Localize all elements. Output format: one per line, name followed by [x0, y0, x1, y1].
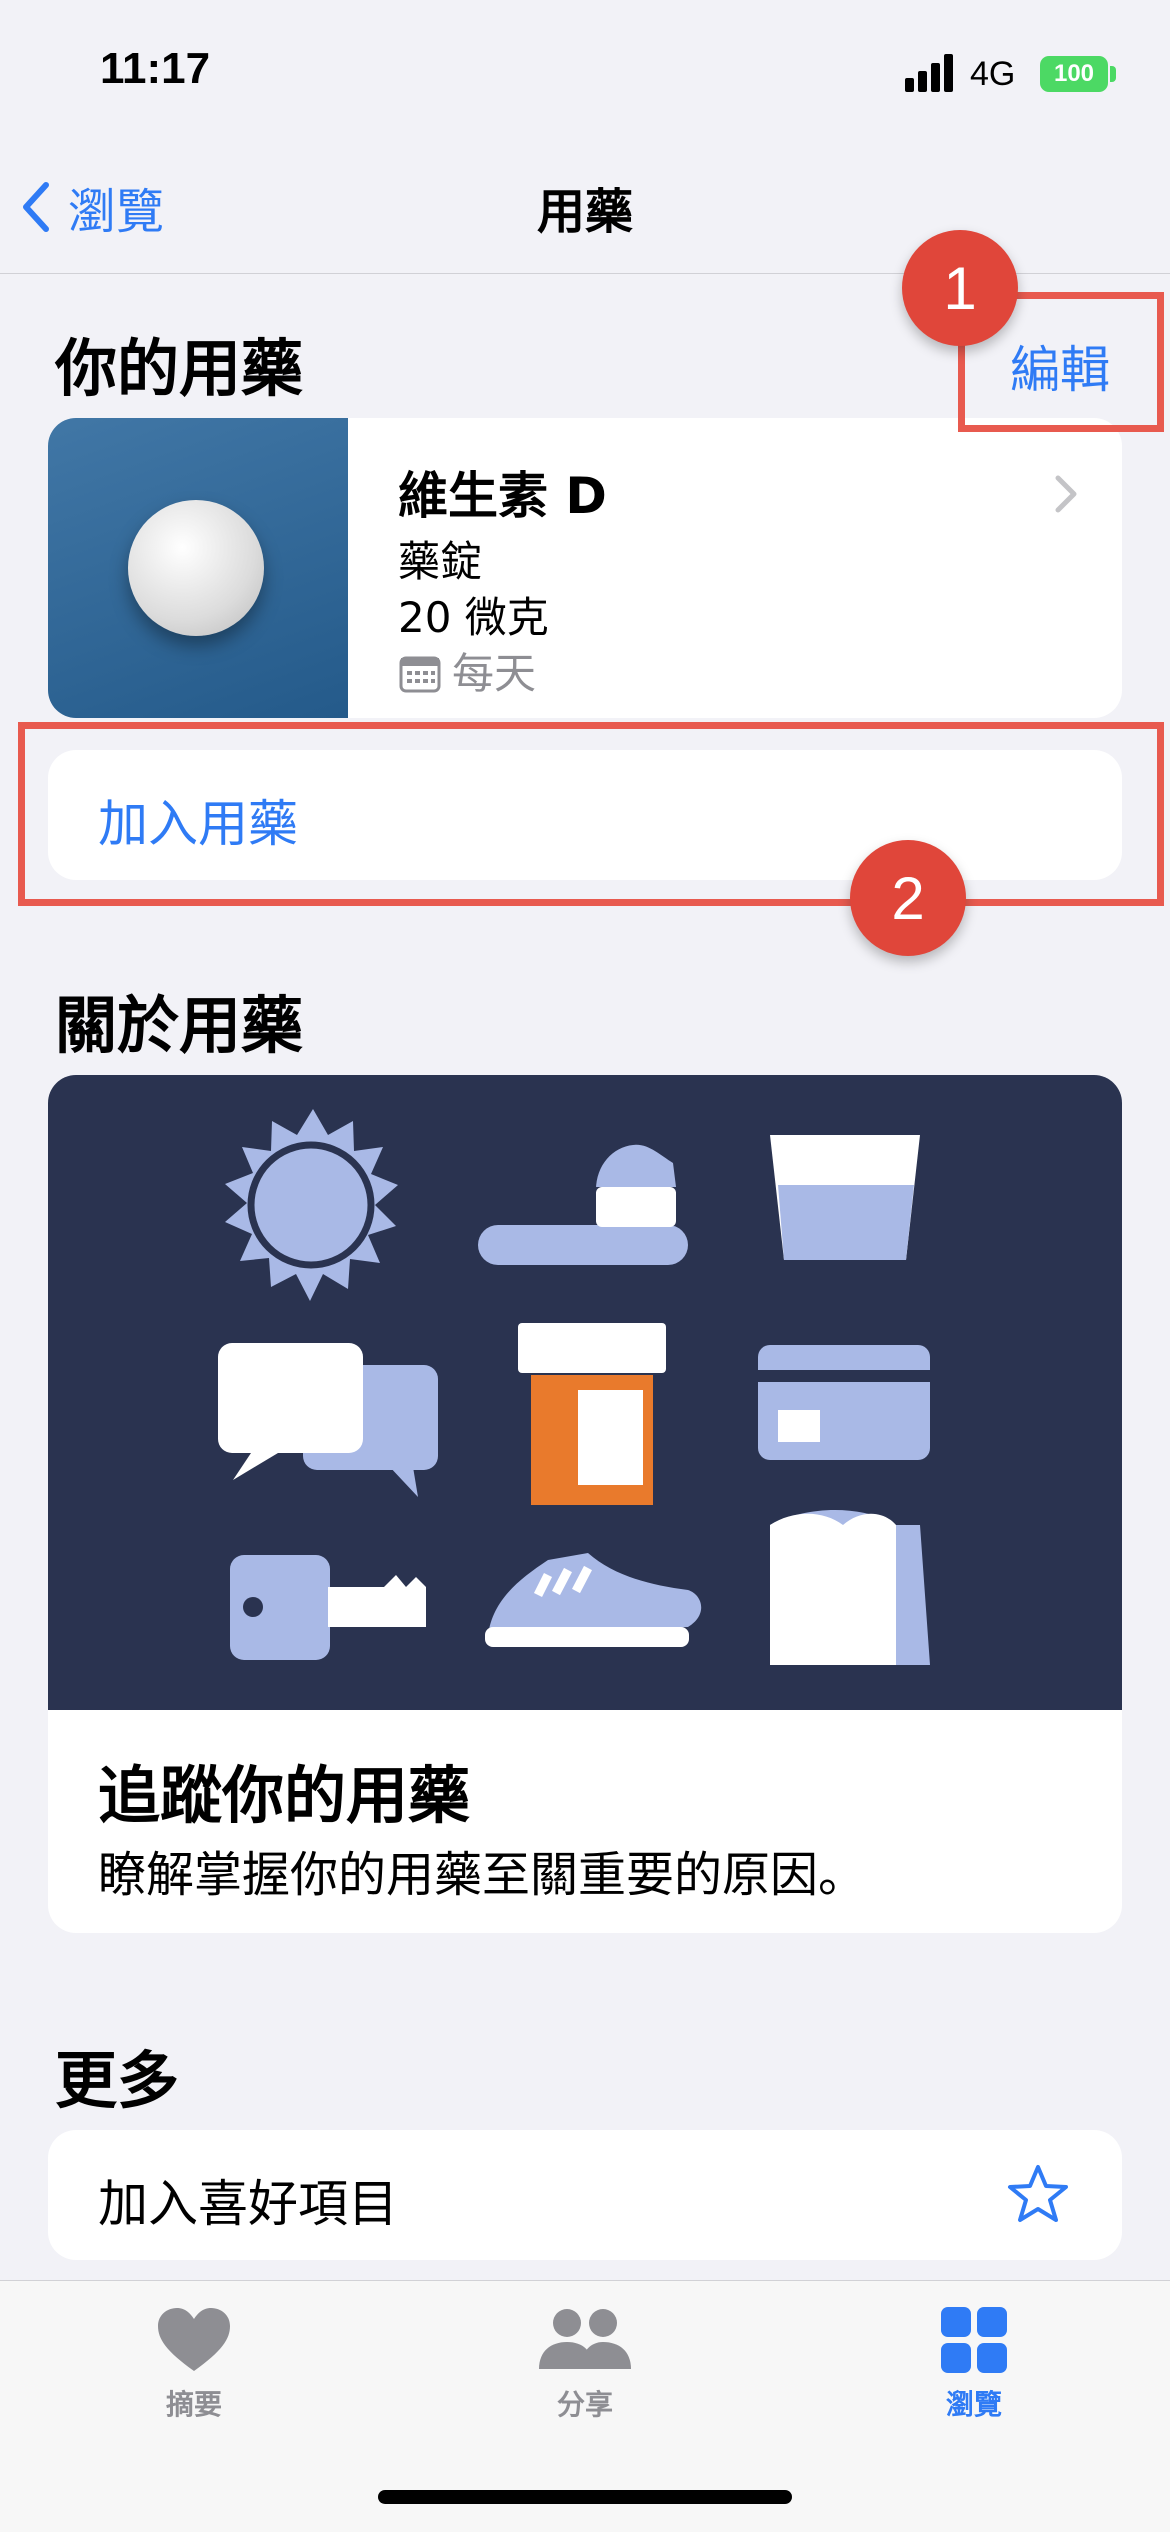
- battery-tip: [1110, 66, 1116, 82]
- credit-card-icon: [758, 1345, 930, 1460]
- page-title: 用藥: [536, 184, 633, 240]
- annotation-badge-1: 1: [902, 230, 1018, 346]
- book-icon: [770, 1510, 930, 1665]
- sneaker-icon: [485, 1553, 702, 1647]
- medication-illustration: [48, 1075, 1122, 1710]
- tab-summary[interactable]: 摘要: [94, 2307, 294, 2423]
- tab-sharing[interactable]: 分享: [485, 2307, 685, 2423]
- chat-bubbles-icon: [218, 1343, 438, 1497]
- medication-card[interactable]: 維生素 D 藥錠 20 微克 每天: [48, 418, 1122, 718]
- annotation-box-2: [18, 722, 1164, 906]
- sun-icon: [225, 1109, 398, 1301]
- people-icon: [539, 2309, 631, 2369]
- toothbrush-icon: [478, 1144, 688, 1265]
- tab-browse[interactable]: 瀏覽: [874, 2307, 1074, 2423]
- calendar-icon: [399, 656, 441, 693]
- pill-icon: [128, 500, 264, 636]
- schedule-label: 每天: [452, 649, 537, 698]
- add-favorite-button[interactable]: 加入喜好項目: [48, 2130, 1122, 2260]
- about-card-subtitle: 瞭解掌握你的用藥至關重要的原因。: [98, 1847, 867, 1903]
- battery-icon: 100: [1040, 56, 1108, 92]
- your-meds-header: 你的用藥: [55, 332, 304, 405]
- more-header: 更多: [55, 2044, 180, 2117]
- tab-sharing-label: 分享: [556, 2388, 613, 2421]
- add-favorite-label: 加入喜好項目: [98, 2175, 398, 2233]
- annotation-badge-2: 2: [850, 840, 966, 956]
- glass-icon: [770, 1135, 920, 1260]
- key-icon: [230, 1555, 426, 1660]
- cellular-signal-icon: [905, 52, 955, 92]
- tab-browse-label: 瀏覽: [945, 2388, 1002, 2421]
- medication-name: 維生素 D: [398, 467, 607, 525]
- star-icon: [1008, 2165, 1068, 2222]
- network-type: 4G: [970, 55, 1016, 93]
- status-time: 11:17: [100, 44, 211, 93]
- about-card[interactable]: 追蹤你的用藥 瞭解掌握你的用藥至關重要的原因。: [48, 1075, 1122, 1933]
- medication-dose: 20 微克: [398, 593, 549, 642]
- about-card-title: 追蹤你的用藥: [98, 1759, 471, 1832]
- about-meds-header: 關於用藥: [55, 989, 304, 1062]
- medication-info: 維生素 D 藥錠 20 微克 每天: [398, 456, 607, 702]
- medication-schedule: 每天: [398, 646, 607, 702]
- pill-bottle-icon: [518, 1323, 666, 1505]
- illustration-graphic: [218, 1109, 930, 1665]
- home-indicator[interactable]: [378, 2490, 792, 2504]
- medication-image: [48, 418, 348, 718]
- chevron-right-icon: [1055, 475, 1077, 513]
- battery-level: 100: [1053, 60, 1095, 87]
- tab-summary-label: 摘要: [165, 2388, 222, 2421]
- medication-form: 藥錠: [398, 537, 483, 586]
- heart-icon: [158, 2308, 230, 2371]
- status-bar: 11:17 4G 100: [0, 0, 1170, 140]
- grid-icon: [941, 2307, 1007, 2373]
